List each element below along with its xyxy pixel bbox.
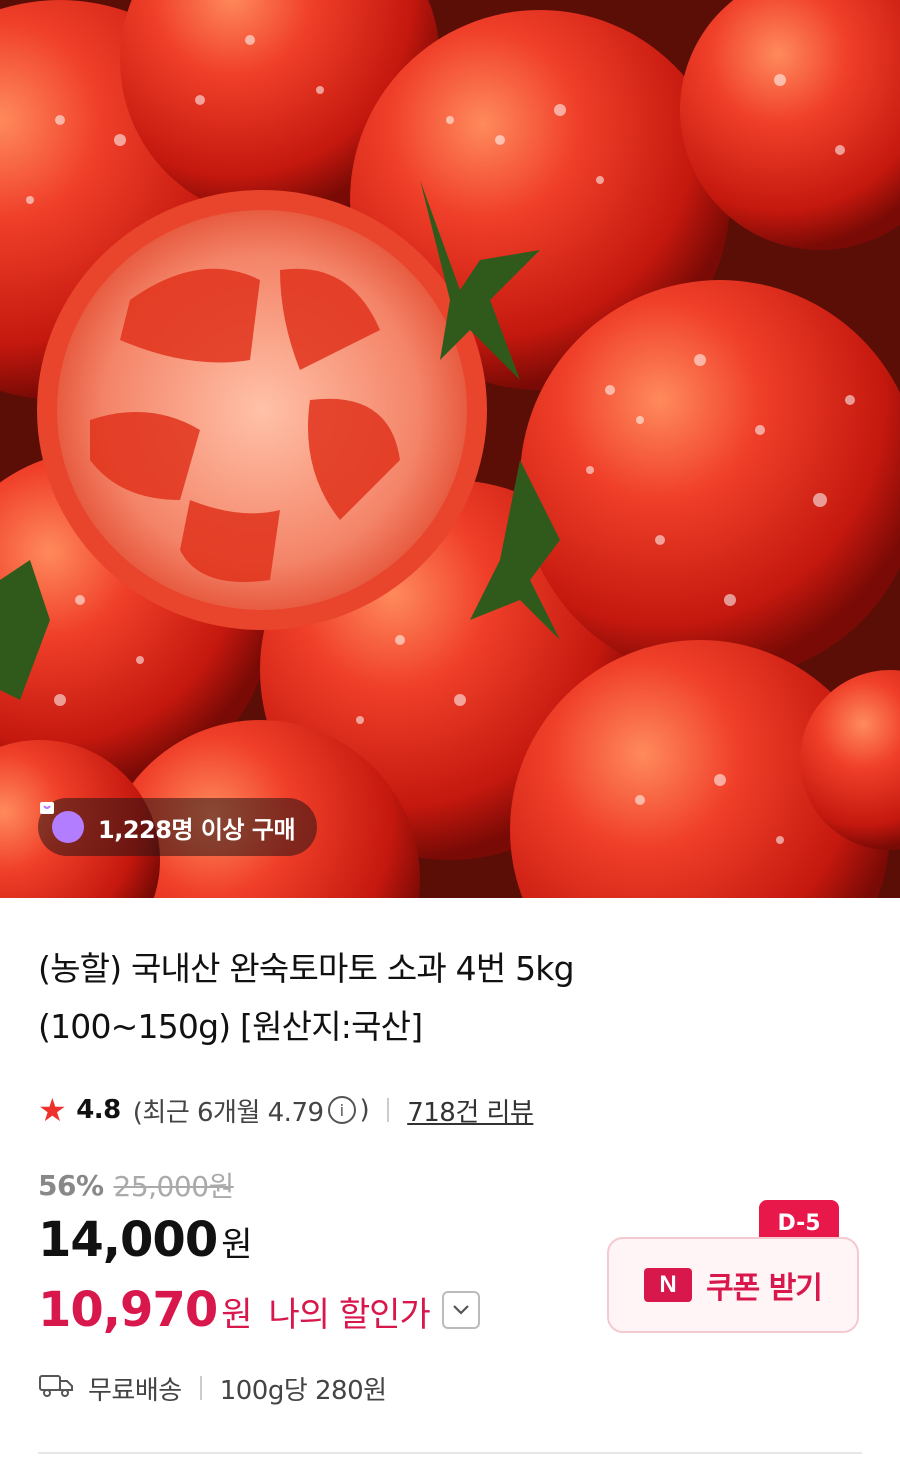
chevron-down-icon[interactable]	[441, 1291, 480, 1329]
rating-row: ★ 4.8 (최근 6개월 4.79 i ) 718건 리뷰	[38, 1090, 534, 1130]
shipping-row: 무료배송 100g당 280원	[38, 1368, 387, 1408]
shopping-bag-icon	[40, 802, 84, 843]
product-image[interactable]: 1,228명 이상 구매	[0, 0, 900, 898]
naver-logo-icon: N	[644, 1268, 693, 1302]
divider	[387, 1098, 390, 1122]
sale-price-value: 14,000	[38, 1212, 218, 1268]
shipping-text: 무료배송	[88, 1375, 182, 1406]
coupon-button-label: 쿠폰 받기	[706, 1271, 823, 1306]
info-icon[interactable]: i	[327, 1096, 356, 1124]
my-price-unit: 원	[221, 1295, 253, 1335]
truck-icon	[38, 1372, 74, 1405]
my-price-value: 10,970	[38, 1282, 218, 1338]
buyers-count-badge: 1,228명 이상 구매	[38, 798, 318, 856]
recent-rating-close: )	[359, 1095, 370, 1125]
star-icon: ★	[38, 1091, 67, 1129]
product-title: (농할) 국내산 완숙토마토 소과 4번 5kg (100~150g) [원산지…	[38, 940, 858, 1056]
buyers-count-text: 1,228명 이상 구매	[98, 815, 296, 844]
my-price-label: 나의 할인가	[268, 1295, 431, 1335]
my-discount-price[interactable]: 10,970 원 나의 할인가	[38, 1282, 480, 1338]
rating-value: 4.8	[76, 1095, 121, 1125]
original-price: 25,000원	[113, 1170, 235, 1203]
tomato-photo	[0, 0, 900, 898]
discount-rate: 56%	[38, 1168, 104, 1202]
coupon-download-button[interactable]: N 쿠폰 받기	[607, 1237, 859, 1333]
sale-price-unit: 원	[221, 1225, 253, 1265]
recent-rating-text: (최근 6개월 4.79	[132, 1097, 324, 1128]
sale-price: 14,000 원	[38, 1212, 253, 1268]
divider	[199, 1376, 202, 1400]
product-title-line2: (100~150g) [원산지:국산]	[38, 1007, 423, 1046]
review-count-link[interactable]: 718건 리뷰	[407, 1092, 534, 1129]
section-divider	[38, 1452, 862, 1454]
unit-price-text: 100g당 280원	[219, 1375, 387, 1406]
discount-row: 56% 25,000원	[38, 1165, 234, 1205]
product-title-line1: (농할) 국내산 완숙토마토 소과 4번 5kg	[38, 949, 575, 988]
